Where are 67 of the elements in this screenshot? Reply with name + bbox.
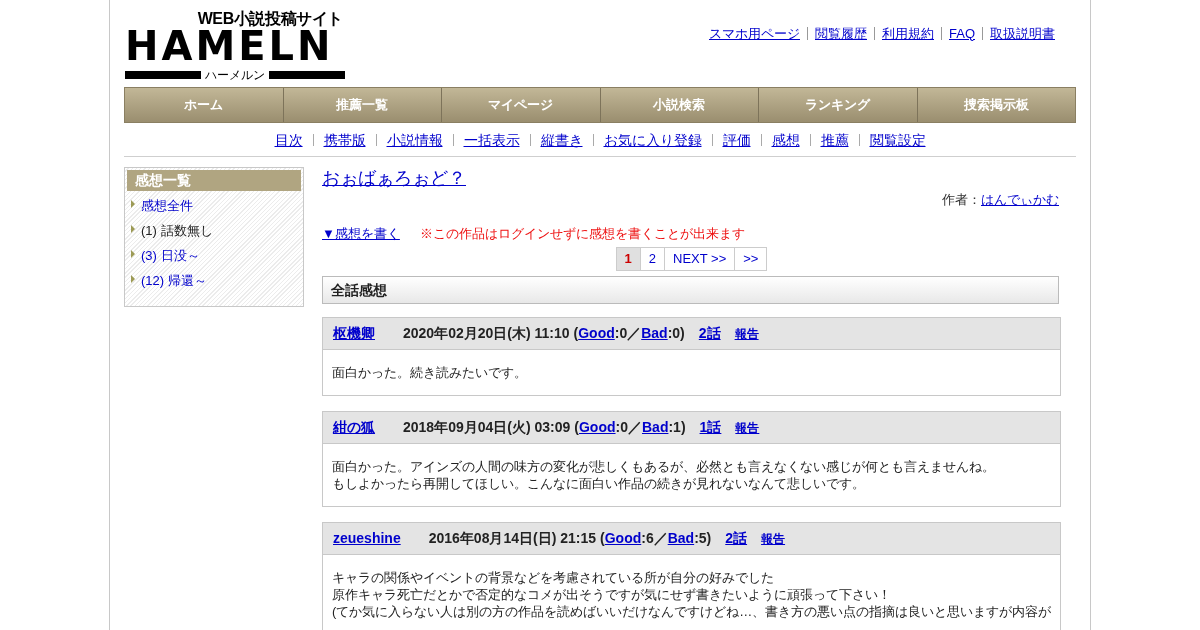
- sub-nav-link[interactable]: 小説情報: [375, 133, 453, 146]
- vote-count: :6／: [641, 529, 668, 548]
- vote-count: (: [573, 324, 579, 343]
- commenter-link[interactable]: 枢機卿: [333, 323, 375, 344]
- comment-text: もしよかったら再開してほしい。こんなに面白い作品の続きが見れないなんて悲しいです。: [332, 475, 866, 492]
- report-link[interactable]: 報告: [735, 418, 760, 437]
- vote-link[interactable]: Bad: [641, 323, 668, 344]
- sub-nav-link[interactable]: 評価: [711, 133, 761, 146]
- vote-count: :0／: [615, 418, 642, 437]
- vote-count: :0／: [614, 324, 642, 343]
- sub-nav-link[interactable]: 感想: [760, 133, 810, 146]
- vote-link[interactable]: Good: [579, 417, 616, 438]
- sub-nav-link[interactable]: 携帯版: [312, 133, 376, 146]
- bullet-icon: [131, 199, 135, 208]
- comment-date: 2016年08月14日(日) 21:15: [428, 529, 596, 548]
- work-title[interactable]: おぉばぁろぉど？: [322, 167, 466, 189]
- vote-count: :5): [694, 529, 712, 548]
- sidebar-item[interactable]: 感想全件: [141, 195, 193, 216]
- vote-count: (: [600, 529, 605, 548]
- episode-link[interactable]: 2話: [725, 528, 748, 549]
- sub-nav-link[interactable]: 縦書き: [529, 133, 593, 146]
- vote-count: :0): [667, 324, 685, 343]
- author-link[interactable]: はんでぃかむ: [981, 190, 1059, 210]
- sub-nav-link[interactable]: お気に入り登録: [592, 133, 712, 146]
- author-label: 作者：: [942, 191, 981, 209]
- vote-count: :1): [668, 418, 686, 437]
- commenter-link[interactable]: 紺の狐: [333, 417, 375, 438]
- comment-text: 原作キャラ死亡だとかで否定的なコメが出そうですが気にせず書きたいように頑張って下さい！: [332, 586, 892, 603]
- bullet-icon: [131, 274, 135, 283]
- episode-link[interactable]: 2話: [698, 323, 721, 344]
- page-link[interactable]: >>: [734, 248, 767, 270]
- comment-text: (てか気に入らない人は別の方の作品を読めばいいだけなんですけどね…、書き方の悪い点の指摘は良いと思いますが内容が: [332, 603, 1051, 620]
- sub-nav-link[interactable]: 目次: [264, 133, 313, 146]
- comment-date: 2020年02月20日(木) 11:10: [403, 324, 570, 343]
- sub-nav-link[interactable]: 推薦: [809, 133, 859, 146]
- commenter-link[interactable]: zeueshine: [333, 528, 401, 549]
- sidebar-item[interactable]: (1) 話数無し: [141, 220, 213, 241]
- report-link[interactable]: 報告: [734, 324, 759, 343]
- page-link[interactable]: 2: [639, 248, 664, 270]
- header-link[interactable]: 閲覧履歴: [807, 26, 874, 40]
- logo-kana: ハーメルン: [204, 69, 266, 81]
- header-link[interactable]: FAQ: [941, 26, 982, 40]
- comment-text: 面白かった。アインズの人間の味方の変化が悲しくもあるが、必然とも言えなくない感じが何とも言えませんね。: [332, 458, 996, 475]
- sub-nav-link[interactable]: 閲覧設定: [858, 133, 936, 146]
- comment-text: キャラの関係やイベントの背景などを考慮されている所が自分の好みでした: [332, 569, 775, 586]
- header-link[interactable]: スマホ用ページ: [709, 26, 807, 40]
- page-link[interactable]: 1: [616, 248, 640, 270]
- header-link[interactable]: 取扱説明書: [982, 26, 1062, 40]
- vote-count: (: [574, 418, 579, 437]
- report-link[interactable]: 報告: [761, 529, 786, 548]
- bullet-icon: [131, 224, 135, 233]
- sidebar-item[interactable]: (3) 日没～: [141, 245, 200, 266]
- comment-date: 2018年09月04日(火) 03:09: [403, 418, 571, 437]
- login-notice: ※この作品はログインせずに感想を書くことが出来ます: [419, 224, 745, 243]
- vote-link[interactable]: Bad: [642, 417, 669, 438]
- comment-text: 面白かった。続き読みたいです。: [332, 364, 528, 381]
- sub-nav-link[interactable]: 一括表示: [452, 133, 530, 146]
- vote-link[interactable]: Good: [578, 323, 615, 344]
- sidebar-item[interactable]: (12) 帰還～: [141, 270, 207, 291]
- bullet-icon: [131, 249, 135, 258]
- episode-link[interactable]: 1話: [699, 417, 722, 438]
- section-header: 全話感想: [322, 276, 1059, 304]
- sidebar-title: 感想一覧: [127, 170, 301, 191]
- header-link[interactable]: 利用規約: [874, 26, 941, 40]
- vote-link[interactable]: Bad: [667, 528, 695, 549]
- page-link[interactable]: NEXT >>: [664, 248, 735, 270]
- write-comment-link[interactable]: ▼感想を書く: [322, 223, 400, 243]
